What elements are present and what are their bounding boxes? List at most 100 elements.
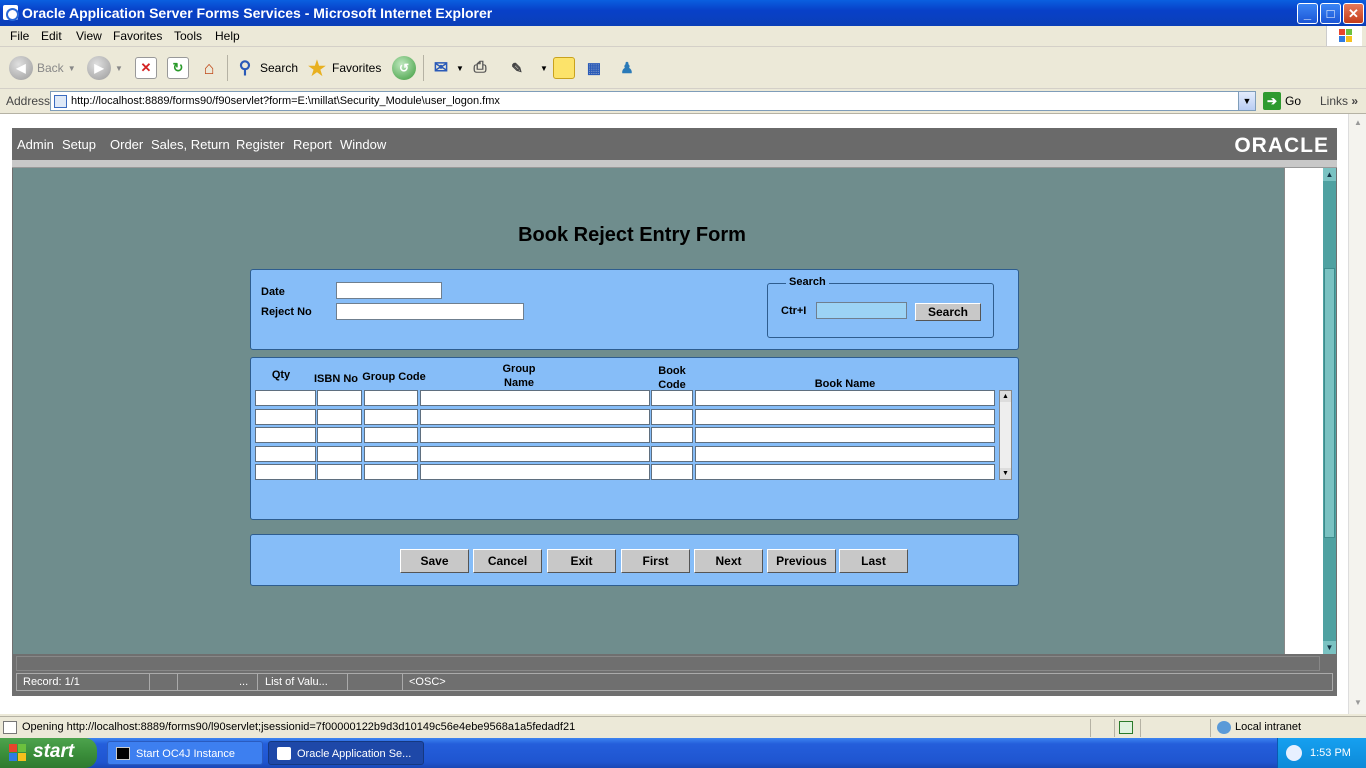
- cell-isbn-no[interactable]: [317, 464, 362, 480]
- links-button[interactable]: Links »: [1320, 94, 1358, 108]
- cell-book-code[interactable]: [651, 427, 693, 443]
- menu-window[interactable]: Window: [340, 137, 386, 152]
- scroll-down-arrow[interactable]: ▼: [1323, 641, 1336, 654]
- scroll-thumb[interactable]: [1324, 268, 1335, 538]
- cell-group-code[interactable]: [364, 464, 418, 480]
- forms-status-area: Record: 1/1 ... List of Valu... <OSC>: [12, 654, 1337, 696]
- status-message: Opening http://localhost:8889/forms90/l9…: [22, 721, 576, 733]
- ie-icon: [277, 747, 291, 760]
- status-ellipsis: ...: [239, 676, 249, 688]
- favorites-button[interactable]: ★ Favorites: [306, 56, 381, 80]
- menu-tools[interactable]: Tools: [174, 29, 202, 43]
- col-isbn-no: ISBN No: [314, 373, 358, 385]
- cell-group-code[interactable]: [364, 445, 418, 462]
- cell-book-name[interactable]: [695, 445, 995, 462]
- chevron-down-icon[interactable]: ▼: [1238, 92, 1255, 110]
- message-line: [16, 656, 1320, 671]
- col-qty: Qty: [271, 369, 291, 381]
- exit-button[interactable]: Exit: [547, 549, 616, 573]
- cell-group-name[interactable]: [420, 390, 650, 406]
- menu-favorites[interactable]: Favorites: [113, 29, 162, 43]
- research-button[interactable]: ▦: [583, 56, 605, 80]
- search-button[interactable]: ⚲ Search: [234, 56, 298, 80]
- back-button[interactable]: ◀ Back ▼: [9, 56, 76, 80]
- print-button[interactable]: ⎙: [469, 56, 491, 80]
- cell-qty[interactable]: [255, 464, 316, 480]
- next-button[interactable]: Next: [694, 549, 763, 573]
- taskbar-item-oc4j[interactable]: Start OC4J Instance: [107, 741, 263, 765]
- menu-sales-return[interactable]: Sales, Return: [151, 137, 230, 152]
- go-button[interactable]: ➔ Go: [1263, 92, 1301, 110]
- cell-book-name[interactable]: [695, 427, 995, 443]
- cell-book-code[interactable]: [651, 390, 693, 406]
- cell-qty[interactable]: [255, 445, 316, 462]
- start-button[interactable]: start: [0, 738, 97, 768]
- cell-qty[interactable]: [255, 408, 316, 425]
- date-input[interactable]: [336, 282, 442, 299]
- scroll-down-arrow[interactable]: ▼: [1351, 696, 1365, 710]
- cell-isbn-no[interactable]: [317, 390, 362, 406]
- menu-edit[interactable]: Edit: [41, 29, 62, 43]
- cell-qty[interactable]: [255, 427, 316, 443]
- menu-order[interactable]: Order: [110, 137, 143, 152]
- scroll-up-arrow[interactable]: ▲: [1000, 391, 1011, 402]
- edit-button[interactable]: ✎ ▼: [506, 56, 548, 80]
- grid-scrollbar[interactable]: ▲ ▼: [999, 390, 1012, 480]
- menu-file[interactable]: File: [10, 29, 29, 43]
- previous-button[interactable]: Previous: [767, 549, 836, 573]
- browser-scrollbar[interactable]: ▲ ▼: [1348, 114, 1366, 714]
- window-title-bar[interactable]: Oracle Application Server Forms Services…: [0, 0, 1366, 26]
- cell-isbn-no[interactable]: [317, 427, 362, 443]
- tray-icon[interactable]: [1286, 745, 1302, 761]
- address-input[interactable]: http://localhost:8889/forms90/f90servlet…: [50, 91, 1256, 111]
- cell-book-code[interactable]: [651, 408, 693, 425]
- cell-group-code[interactable]: [364, 390, 418, 406]
- cell-group-name[interactable]: [420, 427, 650, 443]
- refresh-icon: ↻: [167, 57, 189, 79]
- cell-book-code[interactable]: [651, 464, 693, 480]
- discuss-button[interactable]: [553, 56, 575, 80]
- save-button[interactable]: Save: [400, 549, 469, 573]
- maximize-button[interactable]: □: [1320, 3, 1341, 24]
- canvas-scrollbar[interactable]: ▲ ▼: [1323, 168, 1336, 654]
- home-button[interactable]: ⌂: [198, 56, 220, 80]
- search-button[interactable]: Search: [915, 303, 981, 321]
- scroll-up-arrow[interactable]: ▲: [1323, 168, 1336, 181]
- cell-group-code[interactable]: [364, 427, 418, 443]
- cell-isbn-no[interactable]: [317, 408, 362, 425]
- reject-no-input[interactable]: [336, 303, 524, 320]
- messenger-button[interactable]: ♟: [616, 56, 638, 80]
- taskbar-item-oracle[interactable]: Oracle Application Se...: [268, 741, 424, 765]
- cell-group-code[interactable]: [364, 408, 418, 425]
- first-button[interactable]: First: [621, 549, 690, 573]
- cell-group-name[interactable]: [420, 408, 650, 425]
- cell-group-name[interactable]: [420, 445, 650, 462]
- cell-book-name[interactable]: [695, 408, 995, 425]
- address-url[interactable]: http://localhost:8889/forms90/f90servlet…: [71, 95, 500, 107]
- menu-register[interactable]: Register: [236, 137, 284, 152]
- menu-view[interactable]: View: [76, 29, 102, 43]
- cell-qty[interactable]: [255, 390, 316, 406]
- cell-book-name[interactable]: [695, 464, 995, 480]
- cell-book-name[interactable]: [695, 390, 995, 406]
- close-button[interactable]: ✕: [1343, 3, 1364, 24]
- history-button[interactable]: ↺: [392, 56, 416, 80]
- stop-button[interactable]: ✕: [135, 56, 157, 80]
- mail-button[interactable]: ✉ ▼: [430, 56, 464, 80]
- menu-help[interactable]: Help: [215, 29, 240, 43]
- scroll-down-arrow[interactable]: ▼: [1000, 468, 1011, 479]
- forward-button[interactable]: ▶ ▼: [87, 56, 123, 80]
- minimize-button[interactable]: _: [1297, 3, 1318, 24]
- scroll-up-arrow[interactable]: ▲: [1351, 116, 1365, 130]
- cell-group-name[interactable]: [420, 464, 650, 480]
- cancel-button[interactable]: Cancel: [473, 549, 542, 573]
- search-input[interactable]: [816, 302, 907, 319]
- page-icon: [54, 95, 67, 108]
- cell-book-code[interactable]: [651, 445, 693, 462]
- menu-report[interactable]: Report: [293, 137, 332, 152]
- refresh-button[interactable]: ↻: [167, 56, 189, 80]
- last-button[interactable]: Last: [839, 549, 908, 573]
- cell-isbn-no[interactable]: [317, 445, 362, 462]
- menu-setup[interactable]: Setup: [62, 137, 96, 152]
- menu-admin[interactable]: Admin: [17, 137, 54, 152]
